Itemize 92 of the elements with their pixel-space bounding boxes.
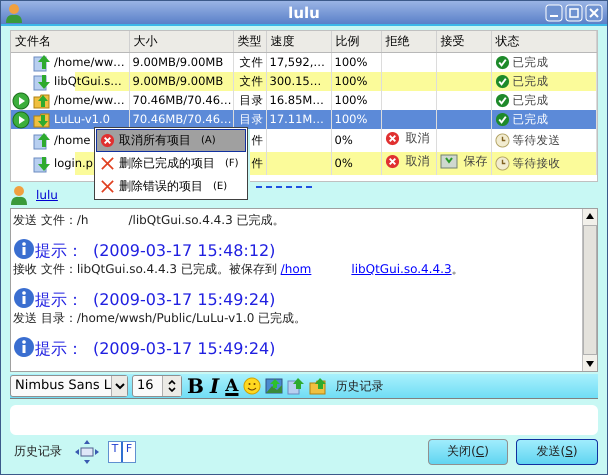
type-text: 目录 xyxy=(240,112,264,126)
text-color-button[interactable]: A xyxy=(224,376,240,396)
scroll-down-icon[interactable] xyxy=(585,359,595,369)
cross-icon xyxy=(100,179,115,194)
history-button[interactable]: 历史记录 xyxy=(331,378,388,394)
send-file-icon[interactable] xyxy=(287,377,306,395)
cancel-icon xyxy=(384,131,400,146)
ratio-text: 100% xyxy=(334,74,368,88)
message-input[interactable] xyxy=(10,405,598,435)
tip-text: 提示： (2009-03-17 15:49:24) xyxy=(35,291,276,309)
type-text: 文件 xyxy=(240,74,264,88)
speed-text: 17.11M… xyxy=(270,112,324,126)
window-title: lulu xyxy=(287,4,321,22)
cancel-button[interactable]: 取消 xyxy=(384,129,430,148)
history-button[interactable]: 历史记录 xyxy=(10,443,66,460)
column-header[interactable]: 比例 xyxy=(331,31,381,52)
file-name: /home/ww… xyxy=(54,92,125,109)
type-text: 件 xyxy=(252,133,264,147)
user-link[interactable]: lulu xyxy=(36,188,58,202)
column-header[interactable]: 拒绝 xyxy=(381,31,436,52)
image-icon[interactable] xyxy=(265,377,284,395)
font-dropdown[interactable]: Nimbus Sans L xyxy=(10,375,128,397)
status-text: 已完成 xyxy=(512,54,548,71)
play-icon[interactable] xyxy=(12,110,30,128)
file-link[interactable]: /hom libQtGui.so.4.4.3 xyxy=(280,262,452,276)
menu-item[interactable]: 取消所有项目 (A) xyxy=(96,129,246,152)
file-name: /home/ww… xyxy=(54,54,125,71)
file-name: login.p xyxy=(54,155,93,172)
chevron-down-icon xyxy=(114,382,124,390)
cancel-icon xyxy=(100,133,115,148)
ratio-text: 100% xyxy=(334,93,368,107)
status-text: 已完成 xyxy=(512,92,548,109)
bold-button[interactable]: B xyxy=(186,376,205,396)
file-name: /home xyxy=(54,132,90,149)
message-text: 发送 文件：/h /libQtGui.so.4.4.3 已完成。 xyxy=(13,212,286,229)
status-text: 等待接收 xyxy=(512,155,560,172)
status-text: 已完成 xyxy=(512,111,548,128)
scrollbar[interactable] xyxy=(582,209,597,371)
cross-icon xyxy=(100,156,115,171)
ratio-text: 0% xyxy=(334,156,353,170)
size-text: 70.46MB/70.46… xyxy=(132,112,232,126)
layout-toggle[interactable]: T F xyxy=(108,440,136,462)
column-header[interactable]: 速度 xyxy=(266,31,331,52)
smiley-icon[interactable] xyxy=(243,377,262,395)
ratio-text: 100% xyxy=(334,55,368,69)
type-text: 件 xyxy=(252,156,264,170)
maximize-icon[interactable] xyxy=(565,4,583,22)
speed-text: 17,592,… xyxy=(270,55,325,69)
column-header[interactable]: 大小 xyxy=(129,31,233,52)
cancel-icon xyxy=(384,154,400,169)
minimize-icon[interactable] xyxy=(545,4,563,22)
tip-text: 提示： (2009-03-17 15:49:24) xyxy=(35,340,276,358)
speed-text: 16.85M… xyxy=(270,93,324,107)
file-name: libQtGui.s… xyxy=(54,73,122,90)
user-icon xyxy=(5,2,23,22)
move-arrows-icon[interactable] xyxy=(74,438,100,464)
info-icon xyxy=(13,287,35,309)
scroll-up-icon[interactable] xyxy=(585,211,595,221)
user-icon xyxy=(10,185,28,205)
file-name: LuLu-v1.0 xyxy=(54,111,110,128)
type-text: 文件 xyxy=(240,55,264,69)
size-text: 70.46MB/70.46… xyxy=(132,93,232,107)
column-header[interactable]: 接受 xyxy=(436,31,491,52)
ratio-text: 0% xyxy=(334,133,353,147)
ratio-text: 100% xyxy=(334,112,368,126)
drag-indicator xyxy=(256,186,312,188)
message-text: 发送 目录：/home/wwsh/Public/LuLu-v1.0 已完成。 xyxy=(13,310,308,327)
size-text: 9.00MB/9.00MB xyxy=(132,55,224,69)
size-text: 9.00MB/9.00MB xyxy=(132,74,224,88)
up-down-arrows-icon xyxy=(167,379,177,393)
italic-button[interactable]: I xyxy=(208,376,220,396)
type-text: 目录 xyxy=(240,93,264,107)
menu-item[interactable]: 删除已完成的项目 (F) xyxy=(96,152,246,175)
tip-text: 提示： (2009-03-17 15:48:12) xyxy=(35,242,276,260)
close-icon[interactable] xyxy=(585,4,603,22)
close-button[interactable]: 关闭(C) xyxy=(428,438,508,464)
status-text: 等待发送 xyxy=(512,132,560,149)
save-icon xyxy=(440,154,458,169)
column-header[interactable]: 状态 xyxy=(491,31,596,52)
message-text: 接收 文件：libQtGui.so.4.4.3 已完成。被保存到 /hom libQtGui.so.4.4.3。 xyxy=(13,261,465,278)
menu-item[interactable]: 删除错误的项目 (E) xyxy=(96,175,246,198)
status-text: 已完成 xyxy=(512,73,548,90)
play-icon[interactable] xyxy=(12,92,30,110)
info-icon xyxy=(13,336,35,358)
transfer-row[interactable]: libQtGui.s… 9.00MB/9.00MB 文件 300.15… 100% 已完成 xyxy=(11,72,596,91)
column-header[interactable]: 文件名 xyxy=(11,31,129,52)
speed-text: 300.15… xyxy=(270,74,322,88)
send-folder-icon[interactable] xyxy=(309,377,328,395)
info-icon xyxy=(13,238,35,260)
column-header[interactable]: 类型 xyxy=(233,31,266,52)
font-size-spinner[interactable]: 16 xyxy=(132,375,182,397)
send-button[interactable]: 发送(S) xyxy=(516,438,598,464)
